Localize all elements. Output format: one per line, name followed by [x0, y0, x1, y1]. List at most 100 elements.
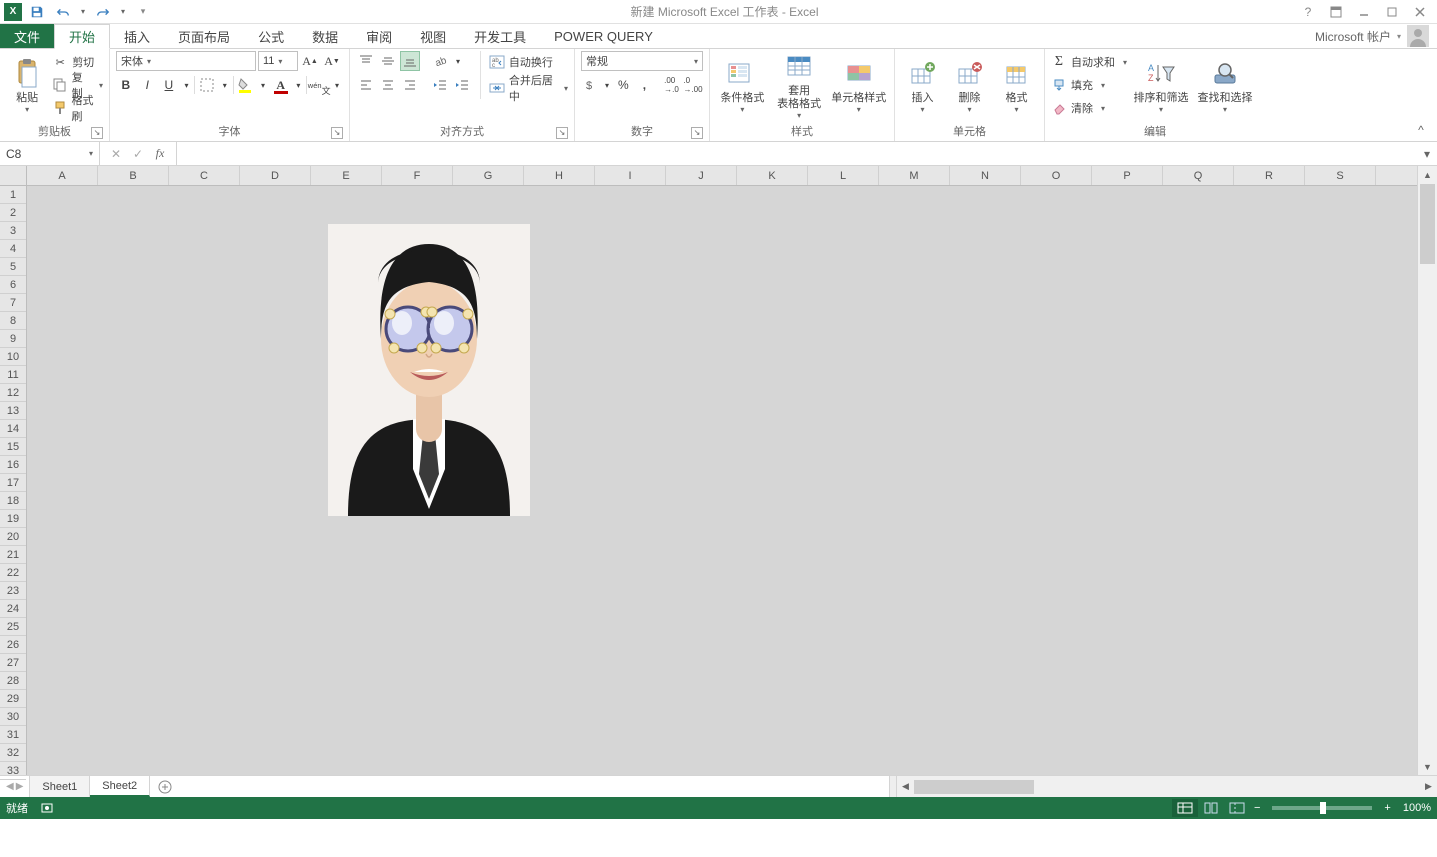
- paste-button[interactable]: 粘贴 ▾: [6, 51, 48, 121]
- orientation-icon[interactable]: ab: [430, 51, 450, 71]
- zoom-level[interactable]: 100%: [1403, 802, 1431, 814]
- font-name-combo[interactable]: 宋体▾: [116, 51, 256, 71]
- column-header[interactable]: O: [1021, 166, 1092, 185]
- row-header[interactable]: 24: [0, 600, 26, 618]
- autosum-button[interactable]: Σ自动求和▾: [1051, 51, 1127, 73]
- row-header[interactable]: 19: [0, 510, 26, 528]
- column-header[interactable]: K: [737, 166, 808, 185]
- increase-indent-icon[interactable]: [452, 75, 472, 95]
- clear-button[interactable]: 清除▾: [1051, 97, 1127, 119]
- accounting-dropdown[interactable]: ▾: [602, 75, 612, 95]
- row-header[interactable]: 18: [0, 492, 26, 510]
- conditional-formatting-button[interactable]: 条件格式▾: [716, 51, 769, 121]
- alignment-dialog-launcher[interactable]: ↘: [556, 127, 568, 139]
- sheet-next-icon[interactable]: ▶: [16, 781, 24, 792]
- page-layout-view-icon[interactable]: [1198, 799, 1224, 817]
- normal-view-icon[interactable]: [1172, 799, 1198, 817]
- cell-styles-button[interactable]: 单元格样式▾: [830, 51, 888, 121]
- scroll-left-icon[interactable]: ◀: [897, 781, 914, 792]
- sheet-prev-icon[interactable]: ◀: [6, 781, 14, 792]
- insert-cells-button[interactable]: 插入▾: [901, 51, 944, 121]
- row-header[interactable]: 25: [0, 618, 26, 636]
- percent-format-icon[interactable]: %: [614, 75, 633, 95]
- scroll-down-icon[interactable]: ▼: [1418, 758, 1437, 775]
- row-header[interactable]: 10: [0, 348, 26, 366]
- tab-scroll-split[interactable]: [889, 776, 897, 797]
- font-color-button[interactable]: A: [271, 75, 291, 95]
- row-header[interactable]: 6: [0, 276, 26, 294]
- cells-area[interactable]: [27, 186, 1417, 775]
- row-header[interactable]: 30: [0, 708, 26, 726]
- align-bottom-icon[interactable]: [400, 51, 420, 71]
- enter-formula-icon[interactable]: ✓: [130, 147, 146, 161]
- data-tab[interactable]: 数据: [298, 24, 352, 48]
- row-headers[interactable]: 1234567891011121314151617181920212223242…: [0, 186, 27, 775]
- align-right-icon[interactable]: [400, 75, 420, 95]
- scroll-up-icon[interactable]: ▲: [1418, 166, 1437, 183]
- row-header[interactable]: 26: [0, 636, 26, 654]
- page-layout-tab[interactable]: 页面布局: [164, 24, 244, 48]
- row-header[interactable]: 31: [0, 726, 26, 744]
- column-header[interactable]: S: [1305, 166, 1376, 185]
- column-header[interactable]: E: [311, 166, 382, 185]
- row-header[interactable]: 1: [0, 186, 26, 204]
- column-header[interactable]: F: [382, 166, 453, 185]
- file-tab[interactable]: 文件: [0, 24, 54, 48]
- row-header[interactable]: 17: [0, 474, 26, 492]
- name-box[interactable]: C8▾: [0, 142, 100, 165]
- align-top-icon[interactable]: [356, 51, 376, 71]
- orientation-dropdown[interactable]: ▾: [452, 51, 464, 71]
- row-header[interactable]: 22: [0, 564, 26, 582]
- row-header[interactable]: 21: [0, 546, 26, 564]
- row-header[interactable]: 2: [0, 204, 26, 222]
- underline-button[interactable]: U: [159, 75, 179, 95]
- wrap-text-button[interactable]: abc自动换行: [489, 51, 568, 73]
- column-header[interactable]: C: [169, 166, 240, 185]
- merge-center-button[interactable]: 合并后居中▾: [489, 77, 568, 99]
- fill-color-dropdown[interactable]: ▾: [257, 75, 269, 95]
- column-header[interactable]: J: [666, 166, 737, 185]
- qat-customize-icon[interactable]: ▾: [132, 1, 154, 23]
- row-header[interactable]: 4: [0, 240, 26, 258]
- underline-dropdown[interactable]: ▾: [181, 75, 193, 95]
- minimize-icon[interactable]: [1351, 1, 1377, 23]
- borders-dropdown[interactable]: ▾: [219, 75, 231, 95]
- comma-format-icon[interactable]: ,: [635, 75, 654, 95]
- decrease-decimal-icon[interactable]: .0→.00: [683, 75, 703, 95]
- decrease-indent-icon[interactable]: [430, 75, 450, 95]
- fill-button[interactable]: 填充▾: [1051, 74, 1127, 96]
- power-query-tab[interactable]: POWER QUERY: [540, 24, 667, 48]
- column-header[interactable]: A: [27, 166, 98, 185]
- collapse-ribbon-icon[interactable]: ^: [1409, 121, 1433, 139]
- row-header[interactable]: 7: [0, 294, 26, 312]
- column-header[interactable]: D: [240, 166, 311, 185]
- row-header[interactable]: 23: [0, 582, 26, 600]
- row-header[interactable]: 14: [0, 420, 26, 438]
- phonetic-dropdown[interactable]: ▾: [331, 75, 343, 95]
- row-header[interactable]: 28: [0, 672, 26, 690]
- row-header[interactable]: 9: [0, 330, 26, 348]
- new-sheet-button[interactable]: [150, 776, 180, 797]
- decrease-font-icon[interactable]: A▼: [322, 51, 342, 71]
- format-painter-button[interactable]: 格式刷: [52, 97, 103, 119]
- row-header[interactable]: 15: [0, 438, 26, 456]
- column-header[interactable]: R: [1234, 166, 1305, 185]
- row-header[interactable]: 32: [0, 744, 26, 762]
- row-header[interactable]: 20: [0, 528, 26, 546]
- horizontal-scrollbar[interactable]: ◀ ▶: [897, 776, 1437, 797]
- clipboard-dialog-launcher[interactable]: ↘: [91, 127, 103, 139]
- column-header[interactable]: L: [808, 166, 879, 185]
- row-header[interactable]: 29: [0, 690, 26, 708]
- italic-button[interactable]: I: [138, 75, 158, 95]
- column-header[interactable]: B: [98, 166, 169, 185]
- zoom-out-button[interactable]: −: [1250, 802, 1264, 814]
- home-tab[interactable]: 开始: [54, 24, 110, 49]
- expand-formula-bar-icon[interactable]: ▾: [1417, 142, 1437, 165]
- sheet-tab-1[interactable]: Sheet1: [30, 776, 90, 797]
- vertical-scroll-thumb[interactable]: [1420, 184, 1435, 264]
- column-header[interactable]: Q: [1163, 166, 1234, 185]
- sheet-tab-2[interactable]: Sheet2: [90, 776, 150, 797]
- row-header[interactable]: 27: [0, 654, 26, 672]
- embedded-image[interactable]: [328, 224, 530, 516]
- page-break-view-icon[interactable]: [1224, 799, 1250, 817]
